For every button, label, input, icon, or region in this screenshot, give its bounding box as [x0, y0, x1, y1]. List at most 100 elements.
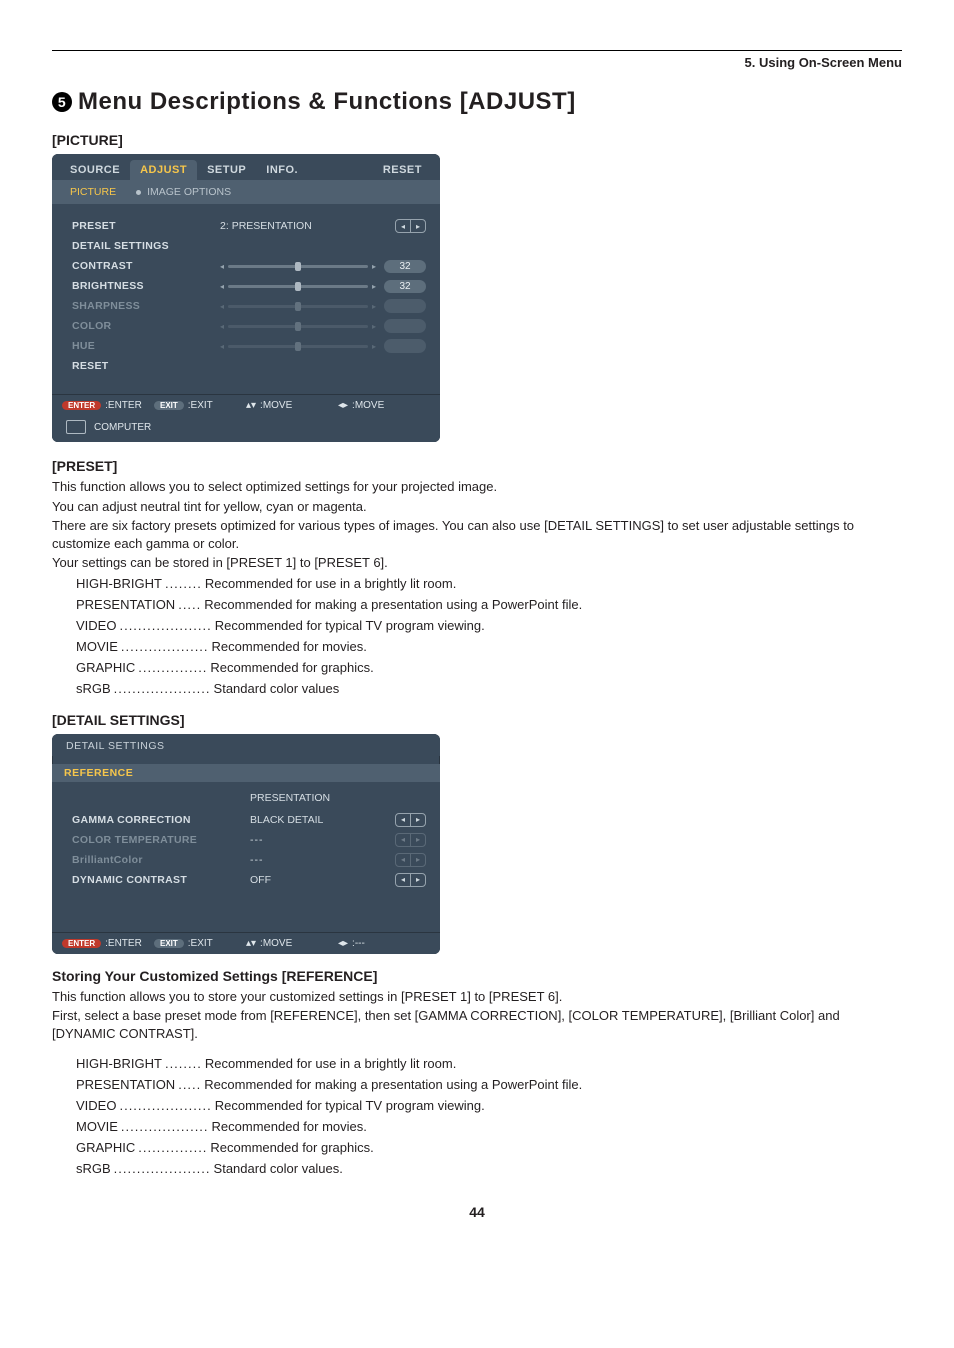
value-brightness: 32	[384, 280, 426, 293]
desc-term: GRAPHIC	[76, 660, 135, 675]
desc-dots: .....	[178, 597, 201, 612]
desc-dots: ....................	[119, 1098, 211, 1113]
page: 5. Using On-Screen Menu 5 Menu Descripti…	[0, 0, 954, 1260]
row-dynamic-contrast[interactable]: DYNAMIC CONTRAST OFF ◂▸	[72, 870, 426, 890]
gamma-stepper[interactable]: ◂▸	[395, 813, 426, 827]
osd2-titlebar: DETAIL SETTINGS	[52, 734, 440, 756]
desc-row: MOVIE...................Recommended for …	[76, 1119, 902, 1134]
value-hue	[384, 339, 426, 353]
value-reference: PRESENTATION	[250, 792, 426, 804]
hint-enter: ENTER:ENTER	[62, 400, 154, 411]
value-contrast: 32	[384, 260, 426, 273]
desc-dots: ........	[165, 576, 202, 591]
desc-dots: ........	[165, 1056, 202, 1071]
hint2-move-ud: ▴▾:MOVE	[246, 938, 338, 949]
tab-source[interactable]: SOURCE	[60, 160, 130, 180]
tab-spacer	[308, 172, 373, 180]
section-title-text: Menu Descriptions & Functions [ADJUST]	[78, 88, 576, 116]
desc-term: VIDEO	[76, 618, 116, 633]
desc-text: Recommended for use in a brightly lit ro…	[205, 1056, 456, 1071]
leftright-icon: ◂▸	[338, 400, 348, 411]
preset-p3: There are six factory presets optimized …	[52, 517, 902, 552]
desc-text: Recommended for typical TV program viewi…	[215, 618, 485, 633]
osd-main-tabs: SOURCE ADJUST SETUP INFO. RESET	[52, 154, 440, 180]
desc-term: MOVIE	[76, 639, 118, 654]
value-preset: 2: PRESENTATION	[220, 220, 387, 232]
tab-adjust[interactable]: ADJUST	[130, 160, 197, 180]
desc-dots: ...............	[138, 1140, 207, 1155]
row-gamma[interactable]: GAMMA CORRECTION BLACK DETAIL ◂▸	[72, 810, 426, 830]
desc-term: sRGB	[76, 1161, 111, 1176]
hint2-enter: ENTER:ENTER	[62, 938, 154, 949]
desc-dots: ...................	[121, 1119, 209, 1134]
preset-list: HIGH-BRIGHT........Recommended for use i…	[76, 576, 902, 696]
section-number-bullet: 5	[52, 92, 72, 112]
preset-p1: This function allows you to select optim…	[52, 478, 902, 496]
label-color: COLOR	[72, 320, 212, 332]
label-sharpness: SHARPNESS	[72, 300, 212, 312]
osd2-body: . PRESENTATION GAMMA CORRECTION BLACK DE…	[52, 782, 440, 932]
desc-term: GRAPHIC	[76, 1140, 135, 1155]
row-detail-settings[interactable]: DETAIL SETTINGS	[72, 236, 426, 256]
value-gamma: BLACK DETAIL	[250, 814, 387, 826]
left-arrow-icon: ◂	[396, 220, 411, 232]
desc-term: PRESENTATION	[76, 1077, 175, 1092]
desc-row: sRGB.....................Standard color …	[76, 1161, 902, 1176]
desc-dots: .....................	[114, 681, 211, 696]
brilliant-stepper: ◂▸	[395, 853, 426, 867]
desc-text: Standard color values	[214, 681, 340, 696]
desc-text: Recommended for making a presentation us…	[204, 1077, 582, 1092]
hint2-move-lr: ◂▸:---	[338, 938, 430, 949]
tab-info[interactable]: INFO.	[256, 160, 308, 180]
desc-text: Recommended for making a presentation us…	[204, 597, 582, 612]
preset-p2: You can adjust neutral tint for yellow, …	[52, 498, 902, 516]
row-reset[interactable]: RESET	[72, 356, 426, 376]
desc-row: MOVIE...................Recommended for …	[76, 639, 902, 654]
value-color-temp: ---	[250, 834, 387, 846]
dynamic-contrast-stepper[interactable]: ◂▸	[395, 873, 426, 887]
right-tri-icon: ▸	[372, 262, 376, 271]
value-brilliant-color: ---	[250, 854, 387, 866]
exit-key-icon: EXIT	[154, 939, 184, 948]
desc-row: VIDEO....................Recommended for…	[76, 1098, 902, 1113]
desc-dots: ...............	[138, 660, 207, 675]
picture-heading: [PICTURE]	[52, 132, 902, 148]
subtab-image-options[interactable]: IMAGE OPTIONS	[126, 184, 241, 200]
preset-stepper[interactable]: ◂▸	[395, 219, 426, 233]
source-label: COMPUTER	[94, 422, 151, 433]
osd-body: PRESET 2: PRESENTATION ◂▸ DETAIL SETTING…	[52, 204, 440, 394]
slider-brightness[interactable]: ◂▸	[220, 282, 376, 291]
row-brightness[interactable]: BRIGHTNESS ◂▸ 32	[72, 276, 426, 296]
tab-setup[interactable]: SETUP	[197, 160, 256, 180]
subtab-picture[interactable]: PICTURE	[60, 184, 126, 200]
desc-text: Recommended for graphics.	[210, 1140, 373, 1155]
value-dynamic-contrast: OFF	[250, 874, 387, 886]
section-title: 5 Menu Descriptions & Functions [ADJUST]	[52, 88, 902, 116]
row-reference-value: . PRESENTATION	[72, 788, 426, 808]
slider-sharpness: ◂▸	[220, 302, 376, 311]
desc-dots: .....................	[114, 1161, 211, 1176]
left-tri-icon: ◂	[220, 282, 224, 291]
label-brilliant-color: BrilliantColor	[72, 854, 242, 866]
tab-reset[interactable]: RESET	[373, 160, 432, 180]
desc-row: PRESENTATION.....Recommended for making …	[76, 1077, 902, 1092]
dot-icon	[136, 190, 141, 195]
slider-contrast[interactable]: ◂▸	[220, 262, 376, 271]
osd-adjust-picture: SOURCE ADJUST SETUP INFO. RESET PICTURE …	[52, 154, 440, 442]
preset-p4: Your settings can be stored in [PRESET 1…	[52, 554, 902, 572]
row-preset[interactable]: PRESET 2: PRESENTATION ◂▸	[72, 216, 426, 236]
desc-dots: ...................	[121, 639, 209, 654]
row-contrast[interactable]: CONTRAST ◂▸ 32	[72, 256, 426, 276]
right-tri-icon: ▸	[372, 282, 376, 291]
detail-settings-heading: [DETAIL SETTINGS]	[52, 712, 902, 728]
leftright-icon: ◂▸	[338, 938, 348, 949]
subtab-image-options-label: IMAGE OPTIONS	[147, 186, 231, 198]
page-number: 44	[52, 1204, 902, 1220]
hint-move-lr: ◂▸:MOVE	[338, 400, 430, 411]
top-rule	[52, 50, 902, 51]
row-color: COLOR ◂▸	[72, 316, 426, 336]
desc-text: Recommended for movies.	[212, 639, 367, 654]
osd2-reference-tab[interactable]: REFERENCE	[52, 764, 440, 782]
osd-hints: ENTER:ENTER EXIT:EXIT ▴▾:MOVE ◂▸:MOVE	[52, 394, 440, 416]
reference-list: HIGH-BRIGHT........Recommended for use i…	[76, 1056, 902, 1176]
